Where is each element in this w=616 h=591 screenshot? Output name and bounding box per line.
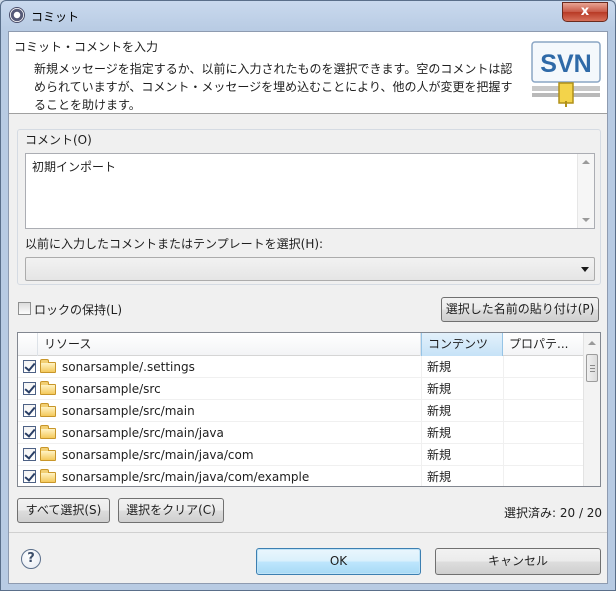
column-header-resource[interactable]: リソース [38,333,421,356]
resource-path: sonarsample/src/main/java [62,426,224,440]
history-label: 以前に入力したコメントまたはテンプレートを選択(H): [25,237,324,251]
window-title: コミット [31,10,80,24]
folder-icon [40,425,56,439]
folder-icon [40,359,56,373]
help-icon[interactable]: ? [21,549,41,569]
chevron-down-icon [581,267,589,272]
table-row[interactable]: sonarsample/.settings 新規 [18,356,584,378]
cancel-button[interactable]: キャンセル [435,548,601,575]
column-header-content[interactable]: ^ コンテンツ [421,333,503,356]
table-row[interactable]: sonarsample/src 新規 [18,378,584,400]
folder-icon [40,381,56,395]
dialog-body: コミット・コメントを入力 新規メッセージを指定するか、以前に入力されたものを選択… [8,31,608,584]
select-all-button[interactable]: すべて選択(S) [17,498,110,523]
folder-icon [40,403,56,417]
resource-path: sonarsample/src/main/java/com/example [62,470,310,484]
history-select[interactable] [25,257,595,281]
row-checkbox[interactable] [23,426,36,439]
header-description: 新規メッセージを指定するか、以前に入力されたものを選択できます。空のコメントは認… [34,62,513,112]
row-checkbox[interactable] [23,360,36,373]
table-scroll-up-icon[interactable] [588,341,596,345]
row-checkbox[interactable] [23,470,36,483]
table-scroll-thumb[interactable] [586,354,598,382]
table-row[interactable]: sonarsample/src/main/java/com 新規 [18,444,584,466]
footer-separator [9,532,607,533]
folder-icon [40,447,56,461]
header-title: コミット・コメントを入力 [14,40,159,54]
comment-group-label: コメント(O) [23,131,94,148]
column-header-properties[interactable]: プロパテ... [503,333,584,356]
resource-path: sonarsample/.settings [62,360,195,374]
content-status: 新規 [427,448,452,462]
table-header: リソース ^ コンテンツ プロパテ... [18,333,584,356]
lock-checkbox[interactable] [18,302,31,315]
svn-logo-icon: SVN [531,41,601,107]
content-status: 新規 [427,470,452,484]
clear-selection-button[interactable]: 選択をクリア(C) [118,498,224,523]
resource-path: sonarsample/src/main [62,404,195,418]
close-button[interactable]: x [562,2,608,22]
resource-path: sonarsample/src [62,382,161,396]
content-status: 新規 [427,426,452,440]
table-scrollbar[interactable] [583,333,600,486]
content-status: 新規 [427,404,452,418]
row-checkbox[interactable] [23,448,36,461]
comment-scrollbar[interactable] [577,154,594,228]
scroll-up-icon[interactable] [582,160,590,164]
table-row[interactable]: sonarsample/src/main 新規 [18,400,584,422]
paste-names-button[interactable]: 選択した名前の貼り付け(P) [441,297,599,322]
row-checkbox[interactable] [23,382,36,395]
ok-button[interactable]: OK [256,548,421,575]
content-status: 新規 [427,360,452,374]
resource-path: sonarsample/src/main/java/com [62,448,254,462]
lock-label: ロックの保持(L) [34,303,123,317]
scroll-down-icon[interactable] [582,218,590,222]
table-row[interactable]: sonarsample/src/main/java/com/example 新規 [18,466,584,486]
resource-table: リソース ^ コンテンツ プロパテ... sonarsample/.settin… [17,332,601,487]
content-status: 新規 [427,382,452,396]
selected-count: 選択済み: 20 / 20 [504,506,603,520]
table-row[interactable]: sonarsample/src/main/java 新規 [18,422,584,444]
folder-icon [40,469,56,483]
title-bar[interactable]: コミット x [1,1,615,31]
svn-logo-text: SVN [540,50,591,78]
eclipse-app-icon [9,7,25,23]
table-header-check-column [18,333,38,356]
row-checkbox[interactable] [23,404,36,417]
sort-ascending-icon: ^ [458,338,465,347]
comment-textarea[interactable]: 初期インポート [25,153,595,229]
dialog-header: コミット・コメントを入力 新規メッセージを指定するか、以前に入力されたものを選択… [9,32,607,114]
commit-dialog: コミット x コミット・コメントを入力 新規メッセージを指定するか、以前に入力さ… [0,0,616,591]
comment-text: 初期インポート [32,160,117,174]
